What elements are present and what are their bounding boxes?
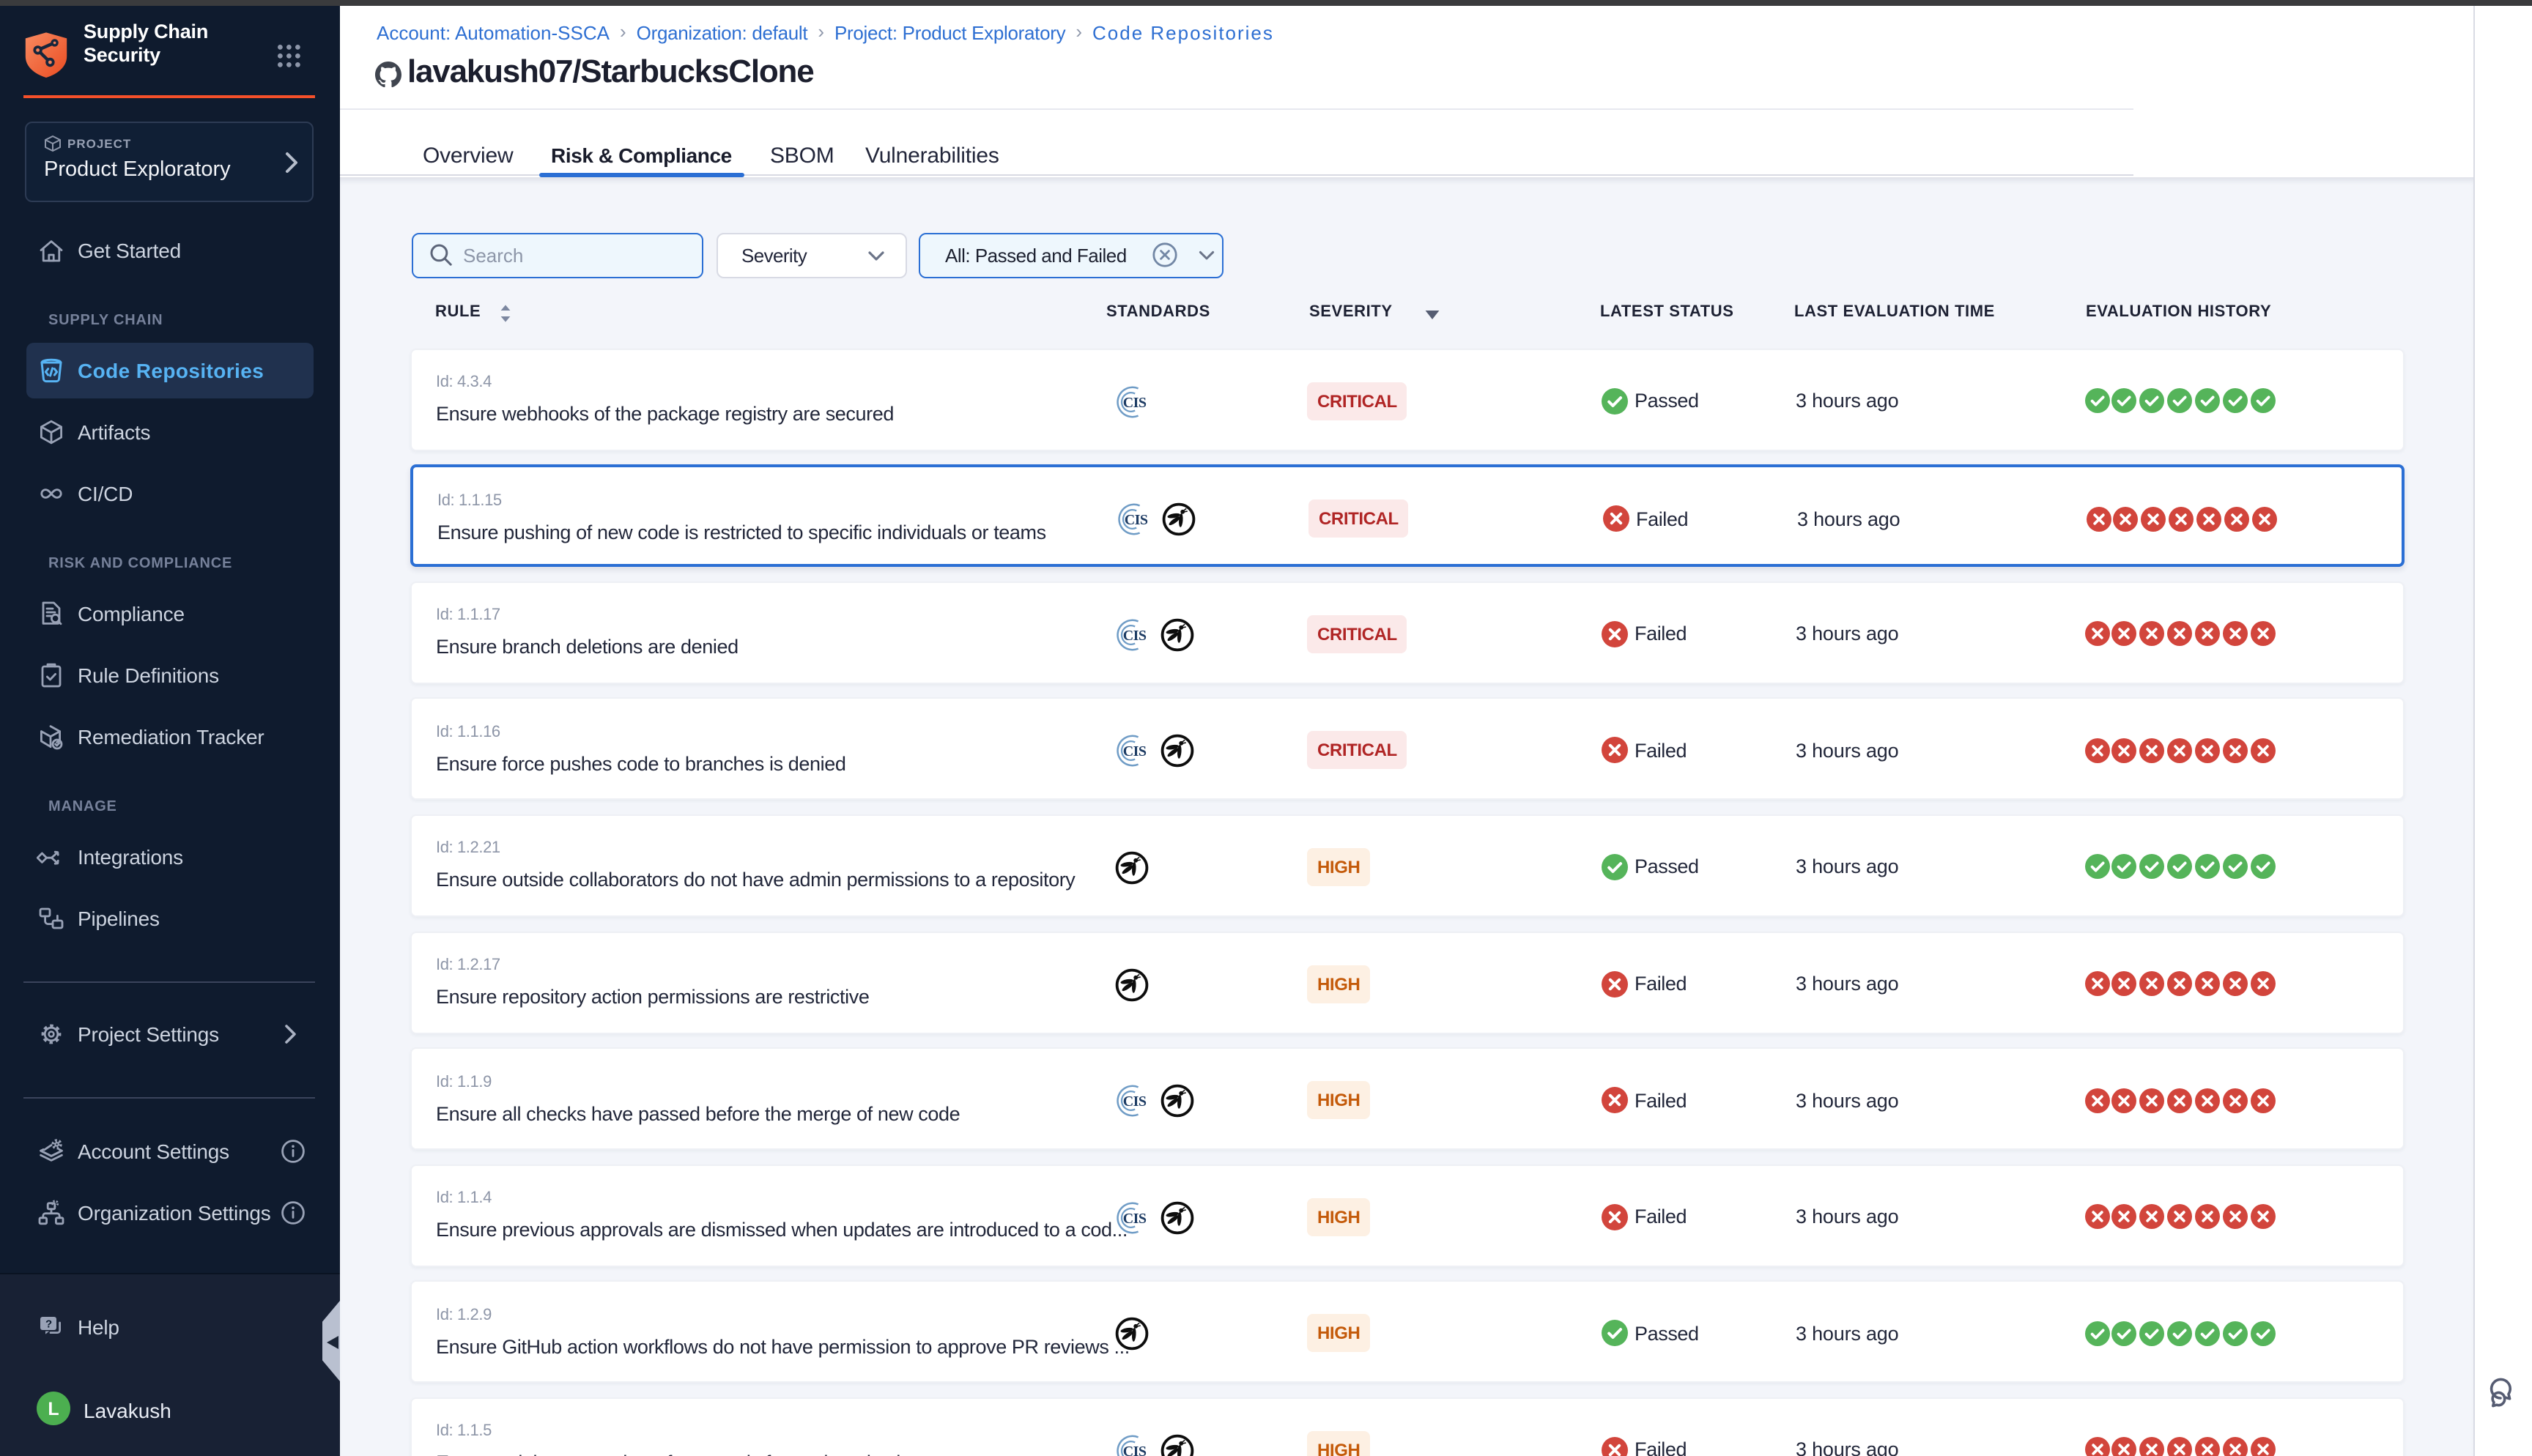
svg-text:CIS: CIS (1123, 394, 1147, 410)
svg-text:CIS: CIS (1123, 628, 1147, 644)
svg-text:CIS: CIS (1123, 744, 1147, 760)
svg-text:CIS: CIS (1125, 512, 1148, 528)
svg-text:?: ? (45, 1318, 52, 1330)
svg-text:CIS: CIS (1123, 1211, 1147, 1227)
svg-text:CIS: CIS (1123, 1444, 1147, 1456)
svg-text:CIS: CIS (1123, 1093, 1147, 1110)
